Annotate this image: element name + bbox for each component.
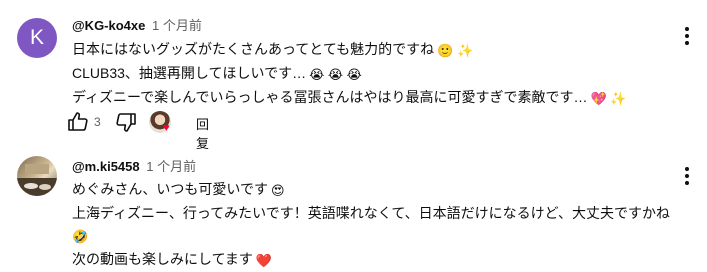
avatar[interactable] (17, 156, 57, 196)
comment-line: めぐみさん、いつも可愛いです 😍 (72, 178, 670, 202)
comment-header: @m.ki5458 1 个月前 (72, 159, 196, 175)
thumbs-up-icon (68, 112, 88, 131)
like-button[interactable] (66, 108, 92, 136)
dislike-button[interactable] (114, 108, 140, 136)
more-actions-icon[interactable] (675, 164, 699, 188)
author-name[interactable]: @m.ki5458 (72, 159, 140, 174)
avatar-photo-icon (17, 164, 57, 196)
comment-line: 上海ディズニー、行ってみたいです！英語喋れなくて、日本語だけになるけど、大丈夫で… (72, 205, 670, 221)
comment-text: めぐみさん、いつも可愛いです 😍 上海ディズニー、行ってみたいです！英語喋れなくて… (72, 178, 670, 272)
timestamp[interactable]: 1 个月前 (146, 159, 196, 174)
comment-header: @KG-ko4xe 1 个月前 (72, 18, 202, 34)
avatar-letter: K (29, 26, 44, 49)
comment-thread: K @KG-ko4xe 1 个月前 日本にはないグッズがたくさんあってとても魅力… (0, 0, 707, 152)
creator-heart-icon: ♥ (163, 122, 170, 134)
emoji: 🙂 ✨ (437, 43, 474, 58)
like-count: 3 (94, 115, 101, 129)
timestamp[interactable]: 1 个月前 (152, 18, 202, 33)
comment-line: CLUB33、抽選再開してほしいです… 😭 😭 😭 (72, 62, 626, 86)
comment-text: 日本にはないグッズがたくさんあってとても魅力的ですね 🙂 ✨ CLUB33、抽選再… (72, 38, 626, 110)
comment-line: 日本にはないグッズがたくさんあってとても魅力的ですね 🙂 ✨ (72, 38, 626, 62)
emoji: ❤️ (255, 253, 273, 268)
emoji: 😍 (271, 183, 285, 198)
emoji: 😭 😭 😭 (309, 67, 362, 82)
emoji: 💖 ✨ (590, 91, 627, 106)
more-actions-icon[interactable] (675, 24, 699, 48)
comment-thread: @m.ki5458 1 个月前 めぐみさん、いつも可愛いです 😍 上海ディズニー、… (0, 150, 707, 268)
comment-line: ディズニーで楽しんでいらっしゃる冨張さんはやはり最高に可愛すぎで素敵です… 💖 ✨ (72, 86, 626, 110)
reply-button[interactable]: 回复 (196, 114, 209, 152)
comment-line: 🤣 (72, 224, 670, 248)
author-name[interactable]: @KG-ko4xe (72, 18, 145, 33)
comment-line: 次の動画も楽しみにしてます ❤️ (72, 248, 670, 272)
emoji: 🤣 (72, 229, 89, 244)
avatar[interactable]: K (17, 18, 57, 58)
thumbs-down-icon (116, 113, 136, 132)
